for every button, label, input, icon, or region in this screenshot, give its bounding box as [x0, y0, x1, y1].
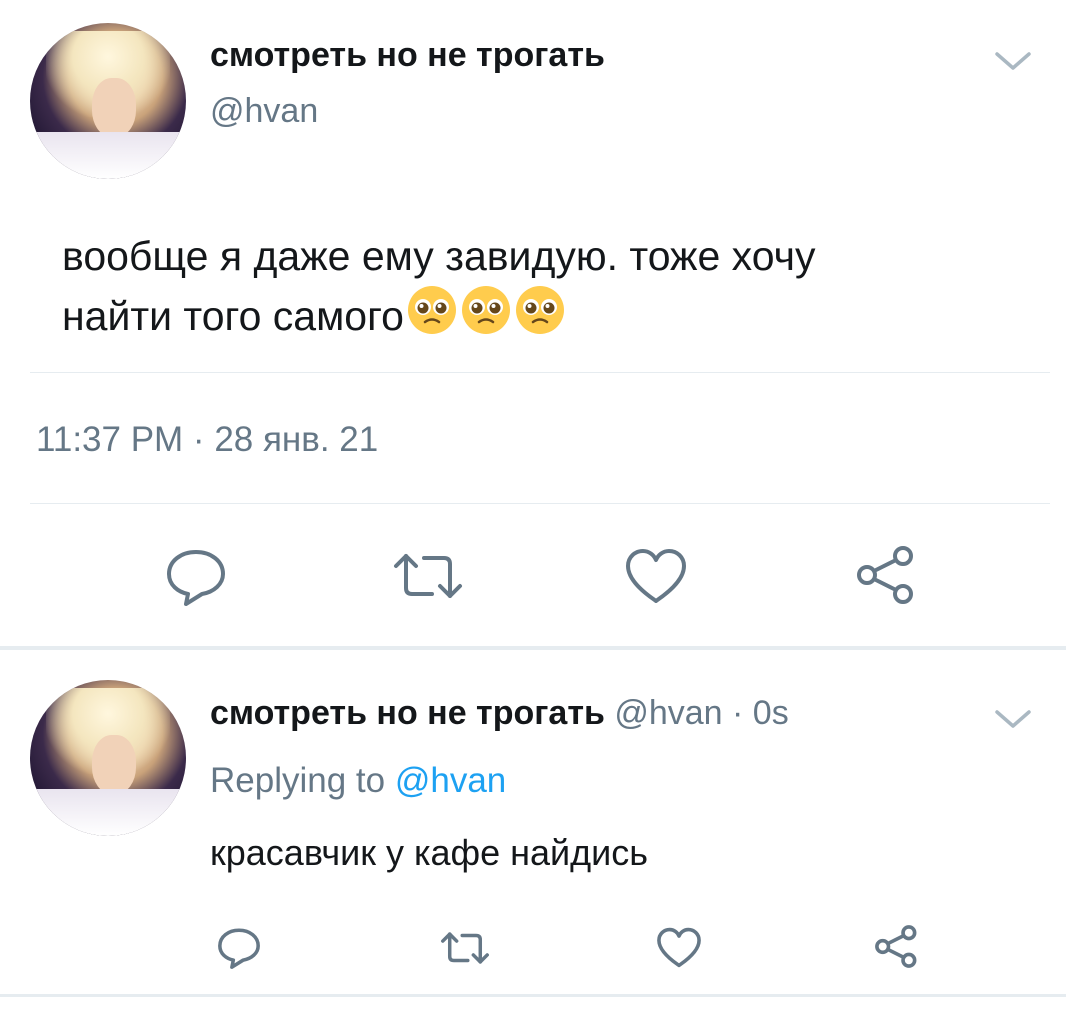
main-tweet-text-line2-words: найти того самого [62, 293, 404, 339]
retweet-icon[interactable] [440, 928, 490, 968]
replying-to-handle-link[interactable]: @hvan [395, 761, 506, 800]
reply-display-name[interactable]: смотреть но не трогать [210, 694, 605, 732]
reply-handle-time[interactable]: @hvan · 0s [614, 694, 788, 732]
bottom-separator [0, 994, 1066, 997]
reply-icon[interactable] [216, 926, 262, 970]
like-icon[interactable] [624, 546, 688, 606]
pleading-face-emoji [514, 284, 566, 336]
main-timestamp[interactable]: 11:37 PM · 28 янв. 21 [36, 420, 378, 460]
like-icon[interactable] [656, 926, 702, 969]
replying-to: Replying to @hvan [210, 761, 506, 801]
reply-header: смотреть но не трогать @hvan · 0s [210, 694, 789, 733]
divider [30, 503, 1050, 504]
retweet-icon[interactable] [392, 548, 464, 604]
pleading-face-emoji [460, 284, 512, 336]
divider [30, 372, 1050, 373]
pleading-face-emoji [406, 284, 458, 336]
reply-tweet-text: красавчик у кафе найдись [210, 832, 649, 873]
main-avatar[interactable] [30, 23, 186, 179]
section-separator [0, 646, 1066, 650]
share-icon[interactable] [874, 924, 919, 969]
share-icon[interactable] [855, 544, 917, 606]
reply-chevron-down-icon[interactable] [993, 706, 1033, 732]
main-display-name[interactable]: смотреть но не трогать [210, 36, 605, 75]
reply-avatar[interactable] [30, 680, 186, 836]
replying-to-label: Replying to [210, 761, 395, 800]
main-chevron-down-icon[interactable] [993, 48, 1033, 74]
main-tweet-text-line2: найти того самого [62, 284, 815, 344]
main-tweet-text: вообще я даже ему завидую. тоже хочу най… [62, 228, 815, 344]
main-handle[interactable]: @hvan [210, 92, 318, 131]
reply-icon[interactable] [164, 546, 228, 608]
main-tweet-text-line1: вообще я даже ему завидую. тоже хочу [62, 233, 816, 279]
